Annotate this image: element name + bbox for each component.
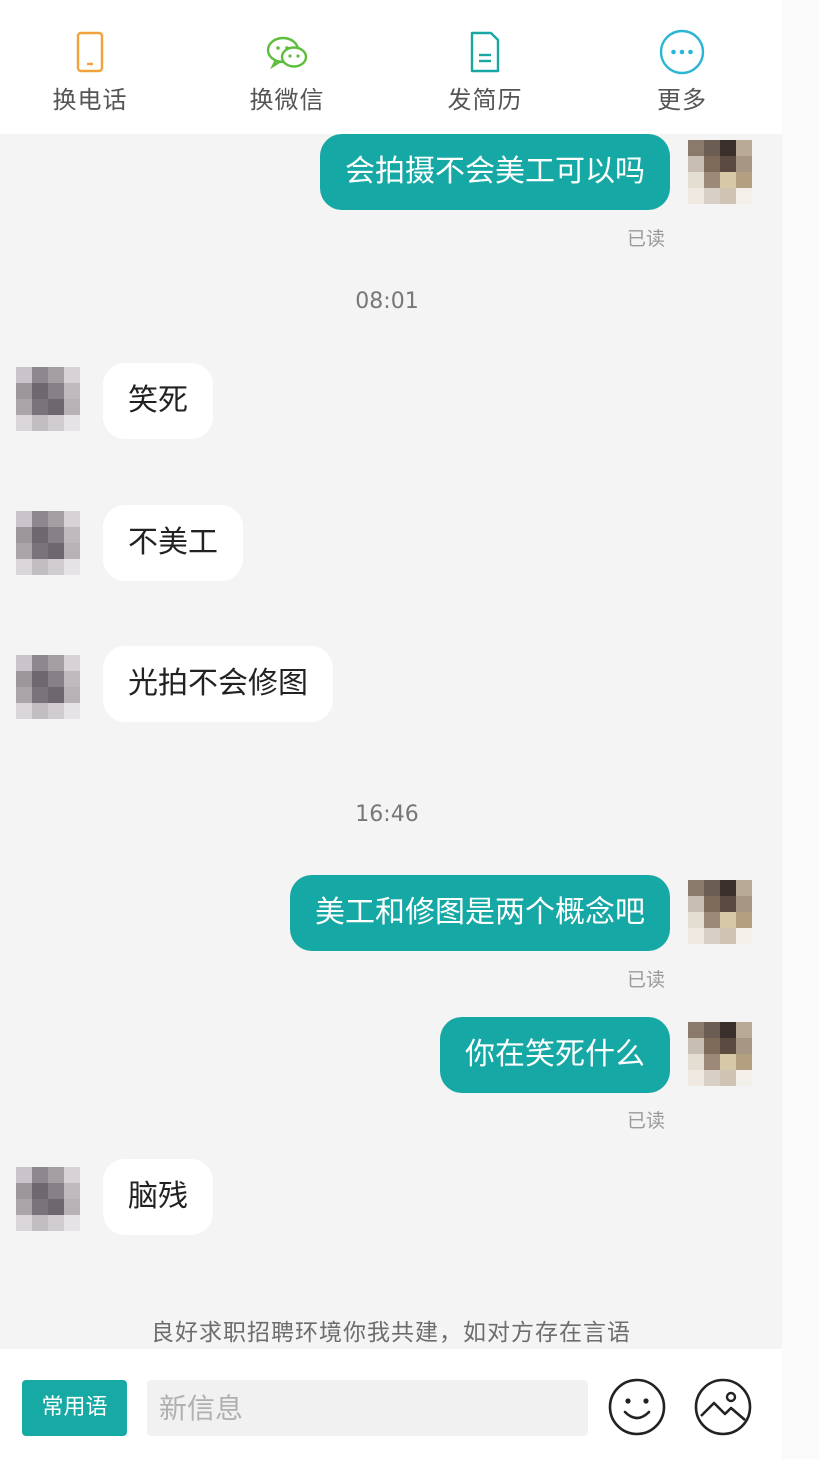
contact-avatar[interactable] [16,367,80,431]
chat-screen: 换电话 换微信 发简历 更多 会拍摄不会美工可以吗 已读 08:01 笑死 不美… [0,0,782,1459]
page-edge [782,0,819,1459]
phone-icon [76,31,104,73]
timestamp-divider: 08:01 [355,289,419,314]
my-avatar[interactable] [688,1022,752,1086]
my-avatar[interactable] [688,140,752,204]
contact-avatar[interactable] [16,1167,80,1231]
image-icon[interactable] [692,1376,754,1438]
action-bar: 换电话 换微信 发简历 更多 [0,0,782,134]
wechat-icon [266,36,308,70]
resume-icon [470,31,500,73]
contact-avatar[interactable] [16,511,80,575]
message-bubble-outgoing[interactable]: 美工和修图是两个概念吧 [290,875,670,951]
message-bubble-incoming[interactable]: 光拍不会修图 [103,646,333,722]
read-status: 已读 [627,228,666,250]
exchange-phone-button[interactable]: 换电话 [10,0,170,134]
message-bubble-outgoing[interactable]: 你在笑死什么 [440,1017,670,1093]
exchange-wechat-label: 换微信 [249,86,325,114]
read-status: 已读 [627,1110,666,1132]
common-phrases-button[interactable]: 常用语 [22,1380,127,1436]
input-bar: 常用语 [0,1349,782,1459]
more-label: 更多 [657,86,707,114]
send-resume-button[interactable]: 发简历 [405,0,565,134]
send-resume-label: 发简历 [447,86,523,114]
contact-avatar[interactable] [16,655,80,719]
more-icon [659,29,705,75]
exchange-phone-label: 换电话 [52,86,128,114]
message-bubble-incoming[interactable]: 笑死 [103,363,213,439]
message-bubble-incoming[interactable]: 不美工 [103,505,243,581]
exchange-wechat-button[interactable]: 换微信 [207,0,367,134]
more-button[interactable]: 更多 [602,0,762,134]
emoji-icon[interactable] [606,1376,668,1438]
read-status: 已读 [627,969,666,991]
system-notice: 良好求职招聘环境你我共建，如对方存在言语 [151,1320,631,1346]
timestamp-divider: 16:46 [355,802,419,827]
message-input[interactable] [147,1380,588,1436]
message-bubble-incoming[interactable]: 脑残 [103,1159,213,1235]
message-bubble-outgoing[interactable]: 会拍摄不会美工可以吗 [320,134,670,210]
my-avatar[interactable] [688,880,752,944]
